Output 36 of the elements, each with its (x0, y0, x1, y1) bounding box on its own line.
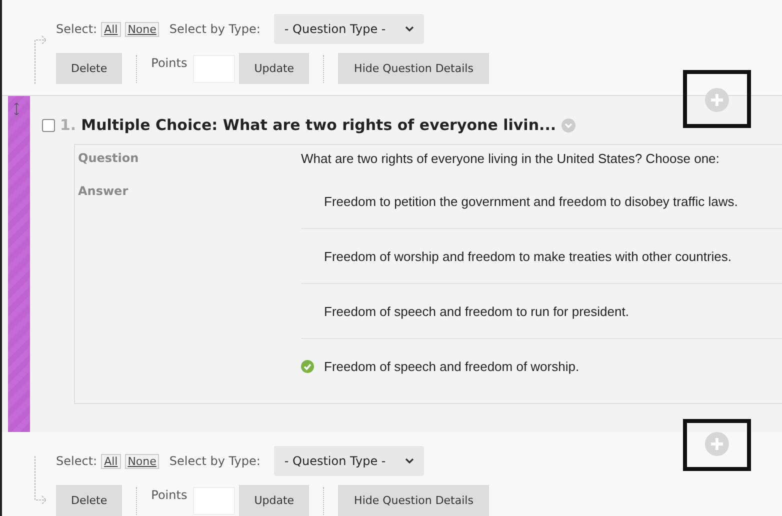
points-label: Points (151, 56, 188, 70)
answer-option: Freedom of speech and freedom to run for president. (324, 304, 629, 318)
select-all-link[interactable]: All (101, 22, 121, 36)
question-checkbox[interactable] (42, 118, 55, 132)
select-by-type-label: Select by Type: (169, 454, 260, 468)
answer-option: Freedom of worship and freedom to make treaties with other countries. (324, 248, 732, 264)
chevron-down-icon[interactable] (561, 118, 576, 132)
question-text: What are two rights of everyone living in the United States? Choose one: (301, 151, 720, 166)
update-button[interactable]: Update (239, 53, 310, 84)
answer-option: Freedom to petition the government and freedom to disobey traffic laws. (324, 194, 738, 208)
add-icon[interactable] (705, 88, 729, 112)
select-none-link[interactable]: None (124, 454, 160, 468)
question-number: 1. (60, 116, 76, 134)
answer-option: Freedom of speech and freedom of worship. (324, 358, 580, 374)
add-icon[interactable] (705, 432, 729, 456)
question-type-dropdown[interactable]: - Question Type - (274, 14, 424, 44)
select-label: Select: (56, 454, 98, 468)
hide-details-button[interactable]: Hide Question Details (338, 53, 490, 84)
points-label: Points (151, 488, 188, 502)
highlight-frame (683, 419, 751, 471)
move-icon (14, 103, 19, 115)
answer-label: Answer (78, 184, 130, 200)
chevron-down-icon (405, 458, 414, 464)
hide-details-button[interactable]: Hide Question Details (338, 485, 490, 516)
question-type-dropdown[interactable]: - Question Type - (274, 446, 424, 476)
chevron-down-icon (405, 26, 414, 32)
select-label: Select: (56, 22, 98, 36)
question-title[interactable]: Multiple Choice: What are two rights of everyone livin... (81, 116, 556, 134)
select-none-link[interactable]: None (124, 22, 160, 36)
select-all-link[interactable]: All (101, 454, 121, 468)
question-label: Question (78, 151, 140, 166)
highlight-frame (683, 70, 751, 128)
update-button[interactable]: Update (239, 485, 310, 516)
delete-button[interactable]: Delete (56, 53, 122, 84)
delete-button[interactable]: Delete (56, 485, 122, 516)
select-by-type-label: Select by Type: (169, 22, 260, 36)
